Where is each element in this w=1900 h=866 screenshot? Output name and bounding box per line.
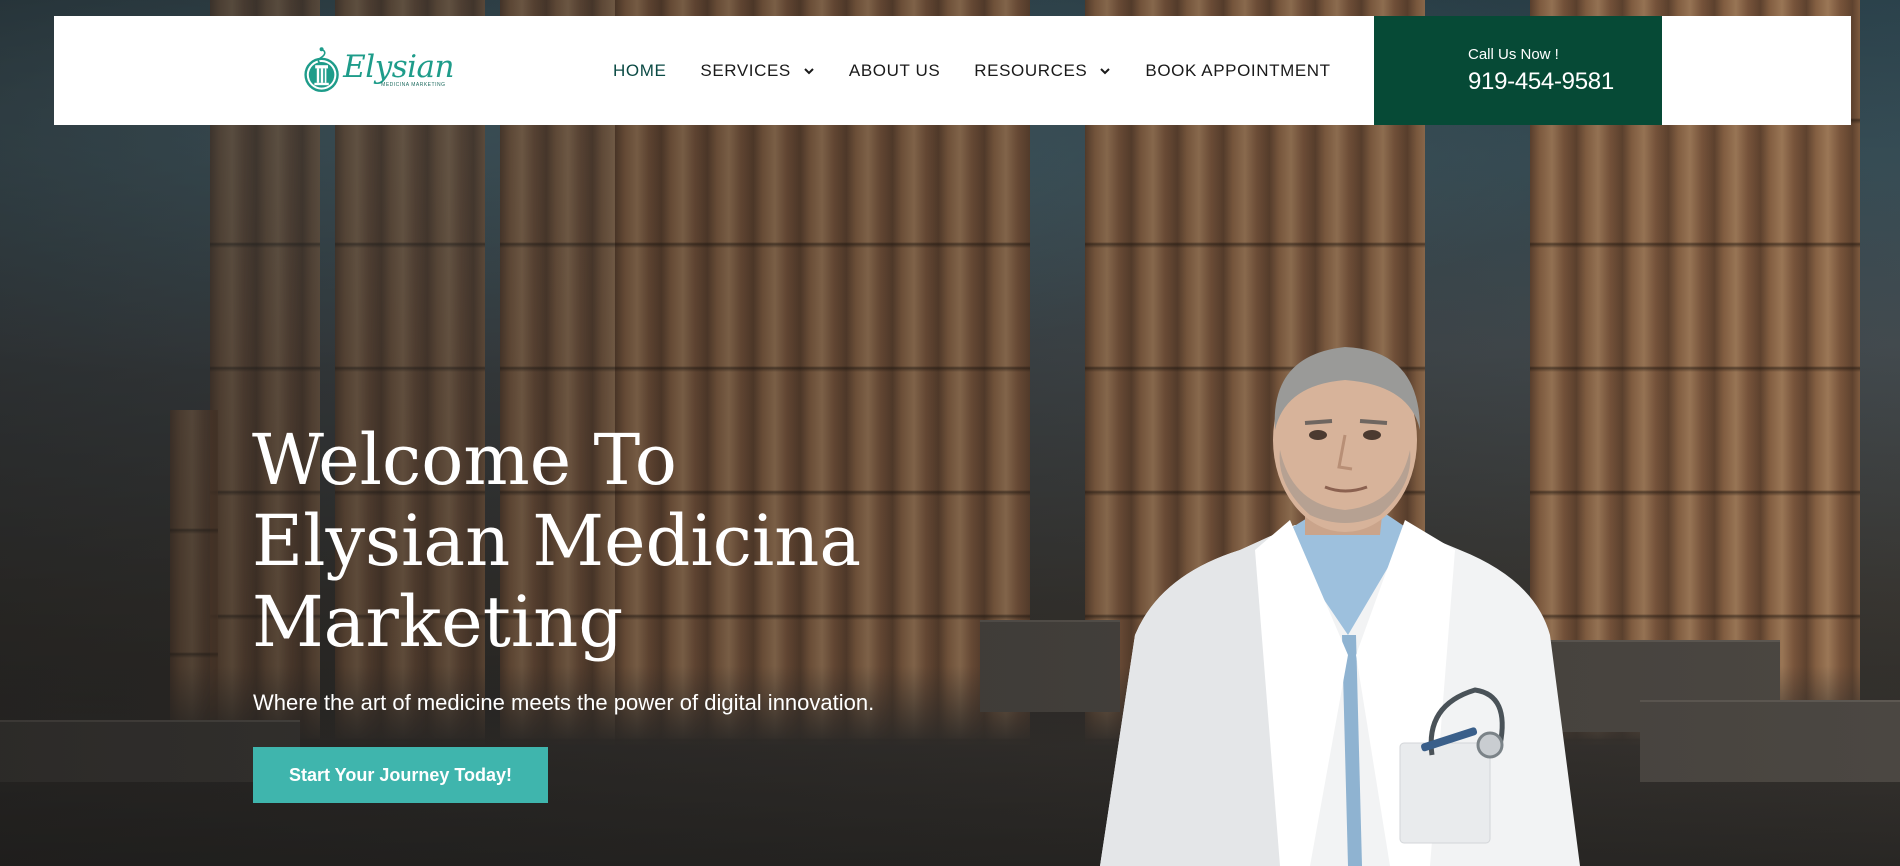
nav-item-services[interactable]: SERVICES <box>700 61 814 81</box>
nav-item-label: SERVICES <box>700 60 791 80</box>
nav-item-label: HOME <box>613 60 667 80</box>
nav-item-label: RESOURCES <box>974 60 1088 80</box>
nav-item-book-appointment[interactable]: BOOK APPOINTMENT <box>1145 61 1330 81</box>
logo-text: Elysian MEDICINA MARKETING <box>343 49 454 89</box>
start-journey-button[interactable]: Start Your Journey Today! <box>253 747 548 803</box>
nav-item-label: BOOK APPOINTMENT <box>1145 60 1331 80</box>
phone-number[interactable]: 919-454-9581 <box>1468 68 1614 96</box>
nav-item-label: ABOUT US <box>848 60 941 80</box>
site-header: Elysian MEDICINA MARKETING HOME SERVICES… <box>54 16 1851 125</box>
chevron-down-icon <box>804 67 814 74</box>
doctor-figure <box>1100 347 1580 866</box>
nav-item-resources[interactable]: RESOURCES <box>974 61 1111 81</box>
chevron-down-icon <box>1100 67 1111 74</box>
headline-line: Marketing <box>252 581 624 663</box>
logo-tagline: MEDICINA MARKETING <box>381 82 446 88</box>
hero-headline: Welcome To Elysian Medicina Marketing <box>252 420 972 663</box>
headline-line: Welcome To <box>252 419 677 501</box>
call-us-box[interactable]: Call Us Now ! 919-454-9581 <box>1374 16 1662 125</box>
logo-wordmark: Elysian <box>343 49 454 85</box>
main-nav: HOME SERVICES ABOUT US RESOURCES BOOK AP… <box>613 16 1365 125</box>
site-logo[interactable]: Elysian MEDICINA MARKETING <box>304 34 454 106</box>
headline-line: Elysian Medicina <box>252 500 862 582</box>
hero-subline: Where the art of medicine meets the powe… <box>253 690 875 715</box>
call-us-label: Call Us Now ! <box>1468 46 1559 63</box>
nav-item-home[interactable]: HOME <box>613 61 666 81</box>
nav-item-about-us[interactable]: ABOUT US <box>849 61 940 81</box>
caduceus-column-logo-icon <box>304 47 339 92</box>
